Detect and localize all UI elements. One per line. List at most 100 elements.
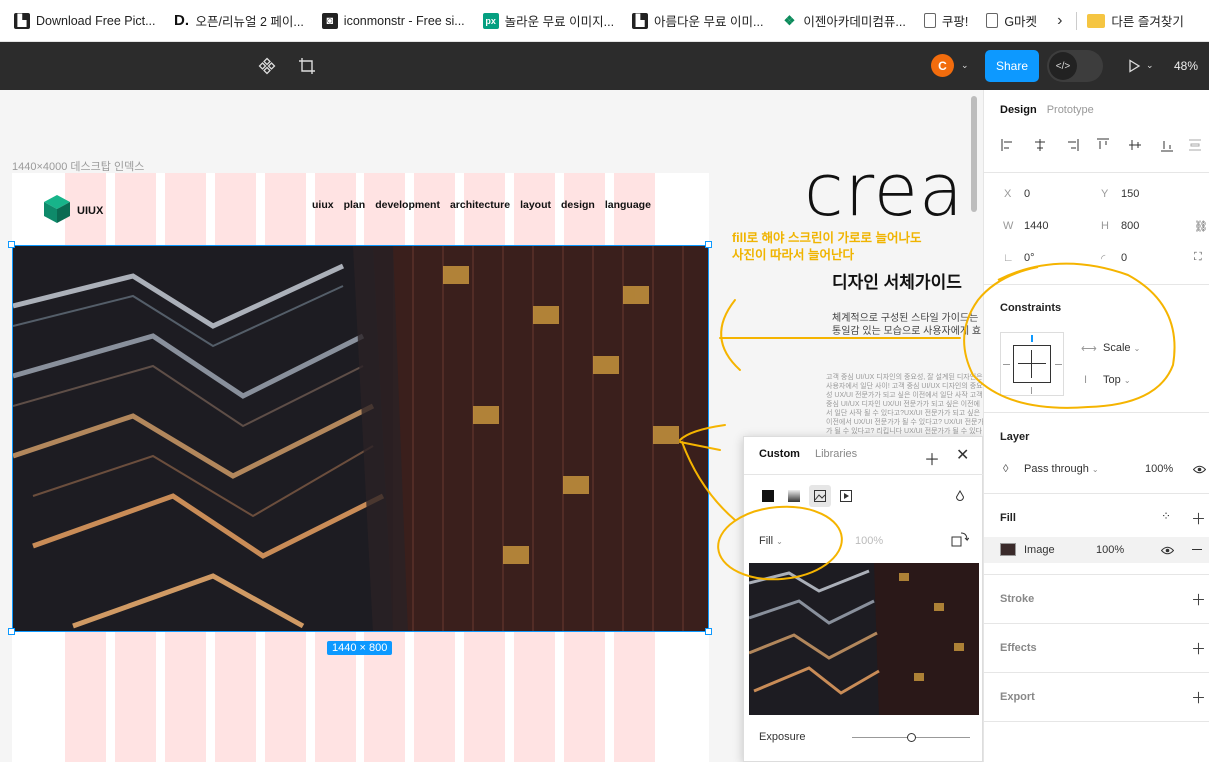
remove-fill-icon[interactable]: [1192, 549, 1202, 550]
h-label: H: [1101, 220, 1109, 232]
d-letter-icon: D.: [173, 12, 190, 29]
bookmark-item[interactable]: 쿠팡!: [923, 11, 969, 30]
w-label: W: [1003, 220, 1014, 232]
bookmark-item[interactable]: G마켓: [986, 11, 1037, 30]
fill-picker-popup: Custom Libraries ＋ ✕ Fill ⌄ 100% Exposur…: [743, 436, 984, 762]
bookmark-item[interactable]: px 놀라운 무료 이미지...: [482, 11, 615, 30]
distribute-icon[interactable]: [1188, 138, 1202, 152]
image-opacity[interactable]: 100%: [855, 535, 883, 547]
crop-icon[interactable]: [296, 55, 318, 77]
chevron-down-icon[interactable]: ⌄: [961, 60, 969, 71]
slider-handle[interactable]: [907, 733, 916, 742]
bookmarks-bar: ▙ Download Free Pict... D. 오픈/리뉴얼 2 페이..…: [0, 0, 1209, 42]
add-export-icon[interactable]: ＋: [1191, 687, 1206, 708]
add-stroke-icon[interactable]: ＋: [1191, 589, 1206, 610]
tab-libraries[interactable]: Libraries: [815, 448, 857, 460]
blend-icon[interactable]: [951, 487, 969, 505]
add-fill-icon[interactable]: ＋: [1191, 508, 1206, 529]
tab-design[interactable]: Design: [1000, 104, 1037, 116]
width-input[interactable]: 1440: [1024, 220, 1048, 232]
bookmark-item[interactable]: ▙ 아름다운 무료 이미...: [632, 11, 763, 30]
person-photo-icon: ▙: [14, 12, 30, 29]
bookmark-folder-label: 다른 즐겨찾기: [1111, 15, 1184, 29]
fill-opacity[interactable]: 100%: [1096, 544, 1124, 556]
chevron-down-icon[interactable]: ⌄: [1146, 60, 1154, 71]
bookmark-item[interactable]: ❖ 이젠아카데미컴퓨...: [781, 11, 906, 30]
layer-opacity-input[interactable]: 100%: [1145, 463, 1173, 475]
bookmark-label: 아름다운 무료 이미...: [654, 15, 764, 29]
align-middle-icon[interactable]: [1128, 138, 1142, 152]
blend-icon: ◊: [1003, 463, 1009, 475]
editor-toolbar: C ⌄ Share </> ⌄ 48%: [0, 42, 1209, 90]
scrollbar[interactable]: [971, 96, 977, 212]
height-input[interactable]: 800: [1121, 220, 1139, 232]
folder-icon: [1087, 13, 1106, 28]
share-button[interactable]: Share: [985, 50, 1039, 82]
chevron-down-icon: ⌄: [1091, 465, 1099, 474]
tab-custom[interactable]: Custom: [759, 448, 800, 460]
align-top-icon[interactable]: [1096, 138, 1110, 152]
iconmonstr-icon: ◙: [321, 12, 338, 29]
independent-corners-icon[interactable]: ⛶: [1194, 251, 1202, 264]
align-right-icon[interactable]: [1065, 138, 1079, 152]
eye-icon[interactable]: [1161, 546, 1174, 555]
rotate-image-icon[interactable]: [951, 531, 970, 552]
divider: [984, 574, 1209, 575]
ezen-icon: ❖: [781, 12, 798, 29]
tab-prototype[interactable]: Prototype: [1047, 104, 1094, 116]
page-icon: [986, 13, 999, 28]
add-effect-icon[interactable]: ＋: [1191, 638, 1206, 659]
bookmark-folder[interactable]: 다른 즐겨찾기: [1087, 11, 1184, 30]
exposure-slider[interactable]: [852, 733, 970, 742]
divider: [984, 172, 1209, 173]
bookmark-label: 오픈/리뉴얼 2 페이...: [195, 15, 304, 29]
x-label: X: [1004, 188, 1012, 200]
bookmark-label: 놀라운 무료 이미지...: [504, 15, 615, 29]
y-label: Y: [1101, 188, 1109, 200]
component-icon[interactable]: [256, 55, 278, 77]
x-input[interactable]: 0: [1024, 188, 1030, 200]
image-swatch[interactable]: [1000, 543, 1016, 556]
align-left-icon[interactable]: [1001, 138, 1015, 152]
play-icon[interactable]: [1123, 55, 1145, 77]
layer-title: Layer: [1000, 431, 1030, 443]
align-center-icon[interactable]: [1033, 138, 1047, 152]
fill-type[interactable]: Image: [1024, 544, 1055, 556]
chevron-right-icon[interactable]: ›: [1057, 12, 1062, 30]
align-bottom-icon[interactable]: [1160, 138, 1174, 152]
plus-icon[interactable]: ＋: [924, 446, 940, 470]
dev-mode-toggle[interactable]: </>: [1047, 50, 1103, 82]
page-icon: [923, 13, 936, 28]
divider: [1076, 11, 1078, 30]
design-panel: Design Prototype X 0 Y 150 W 1440 H 800 …: [983, 90, 1209, 762]
person-photo-icon: ▙: [632, 12, 649, 29]
divider: [984, 623, 1209, 624]
eye-icon[interactable]: [1193, 465, 1206, 474]
bookmark-item[interactable]: ▙ Download Free Pict...: [14, 12, 156, 29]
annotation-circle: [963, 262, 1176, 409]
code-icon: </>: [1049, 52, 1077, 80]
close-icon[interactable]: ✕: [956, 445, 969, 465]
avatar[interactable]: C: [931, 54, 954, 77]
zoom-level[interactable]: 48%: [1174, 59, 1198, 73]
divider: [984, 721, 1209, 722]
fill-row[interactable]: Image 100%: [984, 537, 1209, 563]
effects-title: Effects: [1000, 642, 1037, 654]
bookmark-label: 쿠팡!: [941, 15, 969, 29]
stroke-title: Stroke: [1000, 593, 1035, 605]
constrain-proportions-icon[interactable]: ⛓: [1194, 220, 1208, 233]
annotation-circle: [717, 505, 843, 581]
blend-mode-select[interactable]: Pass through ⌄: [1024, 463, 1099, 475]
bookmark-label: 이젠아카데미컴퓨...: [803, 15, 906, 29]
bookmark-item[interactable]: D. 오픈/리뉴얼 2 페이...: [173, 11, 304, 30]
style-grid-icon[interactable]: ⁘: [1161, 509, 1171, 523]
blend-mode-value: Pass through: [1024, 463, 1089, 475]
y-input[interactable]: 150: [1121, 188, 1139, 200]
bookmark-label: iconmonstr - Free si...: [343, 13, 465, 28]
export-title: Export: [1000, 691, 1035, 703]
divider: [984, 672, 1209, 673]
divider: [744, 474, 984, 475]
px-icon: px: [482, 12, 499, 29]
bookmark-item[interactable]: ◙ iconmonstr - Free si...: [321, 12, 465, 29]
fill-title: Fill: [1000, 512, 1016, 524]
